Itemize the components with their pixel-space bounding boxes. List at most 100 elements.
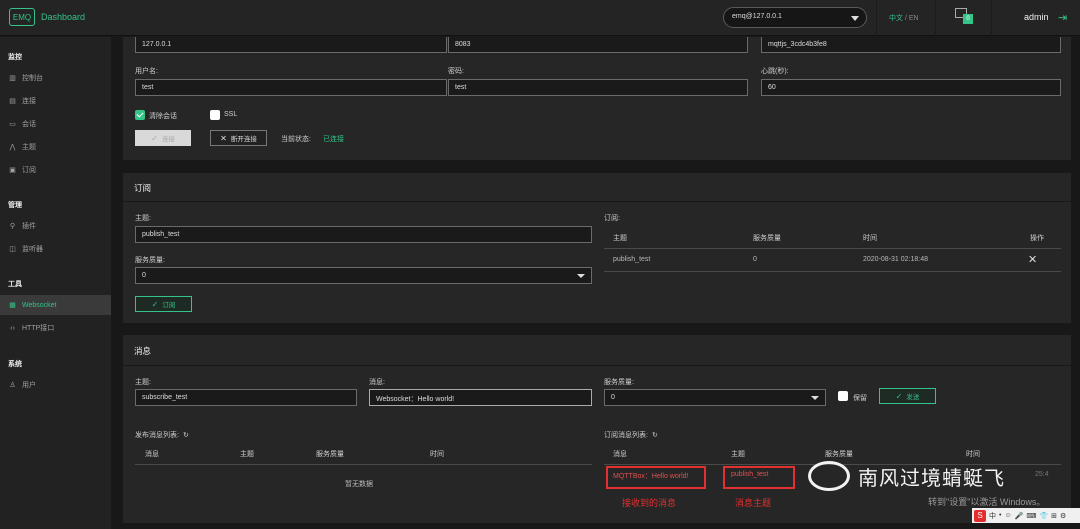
emoji-icon[interactable]: ☺ — [1004, 512, 1011, 519]
sub-topic-input[interactable]: publish_test — [135, 226, 592, 243]
ssl-checkbox[interactable] — [210, 110, 220, 120]
published-list-title: 发布消息列表: ↻ — [135, 430, 189, 440]
port-input[interactable]: 8083 — [448, 37, 748, 53]
logo[interactable]: EMQ Dashboard — [9, 8, 85, 26]
sidebar-item-websocket[interactable]: ▦ Websocket — [0, 295, 111, 315]
retain-checkbox[interactable] — [838, 391, 848, 401]
password-label: 密码: — [448, 68, 464, 75]
close-icon: ✕ — [220, 133, 227, 143]
toolbox-icon[interactable]: ⊞ — [1051, 512, 1057, 520]
chevron-down-icon — [851, 16, 859, 21]
table-divider — [604, 248, 1061, 249]
sub-row-topic: publish_test — [613, 256, 651, 263]
disconnect-button[interactable]: ✕ 断开连接 — [210, 130, 267, 146]
refresh-icon[interactable]: ↻ — [183, 432, 189, 439]
main-content: 127.0.0.1 8083 mqttjs_3cdc4b3fe8 用户名: 密码… — [111, 37, 1080, 529]
sogou-ime-icon[interactable]: S — [974, 509, 986, 522]
refresh-icon[interactable]: ↻ — [652, 432, 658, 439]
sidebar-item-listeners[interactable]: ◫ 监听器 — [0, 239, 111, 259]
sidebar-item-subscriptions[interactable]: ▣ 订阅 — [0, 160, 111, 180]
host-input[interactable]: 127.0.0.1 — [135, 37, 447, 53]
subscribe-card: 订阅 主题: publish_test 服务质量: 0 ✓ 订阅 订阅: 主题 服… — [123, 173, 1071, 323]
subscribe-icon: ▣ — [9, 167, 16, 174]
sub-row-qos: 0 — [753, 256, 757, 263]
node-select-value: emq@127.0.0.1 — [732, 13, 782, 20]
client-id-input[interactable]: mqttjs_3cdc4b3fe8 — [761, 37, 1061, 53]
keyboard-icon[interactable]: ⌨ — [1026, 512, 1036, 520]
watermark-text: 南风过境蜻蜓飞 — [858, 467, 1005, 490]
clean-session-checkbox[interactable] — [135, 110, 145, 120]
annotation-received-message: 接收到的消息 — [622, 498, 677, 508]
msg-qos-select[interactable]: 0 — [604, 389, 826, 406]
rcv-col-time: 时间 — [966, 451, 980, 458]
annotation-message-topic: 消息主题 — [735, 498, 772, 508]
microphone-icon[interactable]: 🎤 — [1015, 512, 1024, 520]
msg-topic-input[interactable]: subscribe_test — [135, 389, 357, 406]
settings-icon[interactable]: ⚙ — [1060, 512, 1066, 520]
sub-qos-select[interactable]: 0 — [135, 267, 592, 284]
username-input[interactable]: test — [135, 79, 447, 96]
listener-icon: ◫ — [9, 246, 16, 253]
subscribe-button-label: 订阅 — [162, 302, 176, 309]
sidebar-item-dashboard[interactable]: ▥ 控制台 — [0, 68, 111, 88]
ime-mode-icon[interactable]: 中 — [989, 511, 996, 521]
rcv-col-message: 消息 — [613, 451, 627, 458]
pub-col-message: 消息 — [145, 451, 159, 458]
language-switch[interactable]: 中文 / EN — [889, 13, 919, 23]
header-divider — [935, 0, 936, 36]
sidebar-group-tools: 工具 — [8, 281, 22, 288]
pub-col-time: 时间 — [430, 451, 444, 458]
connect-button[interactable]: ✓ 连接 — [135, 130, 191, 146]
sidebar-group-system: 系统 — [8, 361, 22, 368]
user-name[interactable]: admin — [1024, 12, 1049, 22]
rcv-col-topic: 主题 — [731, 451, 745, 458]
header-divider — [991, 0, 992, 36]
table-divider — [135, 464, 592, 465]
close-icon[interactable]: ✕ — [1028, 253, 1037, 266]
sidebar-item-topics[interactable]: ⋀ 主题 — [0, 137, 111, 157]
sidebar-item-sessions[interactable]: ▭ 会话 — [0, 114, 111, 134]
published-list-title-text: 发布消息列表: — [135, 432, 179, 439]
connect-button-label: 连接 — [161, 136, 175, 143]
skin-icon[interactable]: 👕 — [1039, 512, 1048, 520]
code-icon: ‹› — [10, 324, 15, 332]
punctuation-icon[interactable]: • — [999, 512, 1001, 519]
disconnect-button-label: 断开连接 — [230, 136, 257, 143]
card-divider — [123, 201, 1071, 202]
sidebar-item-http-api[interactable]: ‹› HTTP接口 — [0, 318, 111, 338]
msg-qos-value: 0 — [611, 394, 615, 401]
card-divider — [123, 365, 1071, 366]
sidebar-item-users[interactable]: ♙ 用户 — [0, 375, 111, 395]
keepalive-input[interactable]: 60 — [761, 79, 1061, 96]
sidebar-item-label: 插件 — [22, 223, 36, 230]
col-qos: 服务质量 — [753, 235, 781, 242]
system-tray: S 中 • ☺ 🎤 ⌨ 👕 ⊞ ⚙ — [972, 508, 1080, 523]
highlight-received-message — [606, 466, 706, 489]
sidebar-group-manage: 管理 — [8, 202, 22, 209]
col-action: 操作 — [1030, 235, 1044, 242]
highlight-message-topic — [723, 466, 795, 489]
subscribe-title: 订阅 — [134, 183, 152, 193]
msg-body-input[interactable]: Websocket：Hello world! — [369, 389, 592, 406]
wechat-watermark: 南风过境蜻蜓飞 — [808, 461, 1005, 491]
lang-en[interactable]: EN — [909, 15, 919, 22]
chevron-down-icon — [577, 274, 585, 278]
sidebar-item-label: 控制台 — [22, 75, 43, 82]
send-button[interactable]: ✓ 发送 — [879, 388, 936, 404]
keepalive-label: 心跳(秒): — [761, 68, 789, 75]
node-select[interactable]: emq@127.0.0.1 — [723, 7, 867, 28]
logout-icon[interactable]: ⇥ — [1058, 11, 1070, 24]
sub-topic-label: 主题: — [135, 215, 151, 222]
subscribe-button[interactable]: ✓ 订阅 — [135, 296, 192, 312]
lang-zh[interactable]: 中文 — [889, 15, 903, 22]
alarm-badge: 0 — [963, 14, 973, 24]
status-label: 当前状态: — [281, 136, 311, 143]
alarm-button[interactable]: 0 — [955, 8, 973, 24]
sidebar-item-connections[interactable]: ▤ 连接 — [0, 91, 111, 111]
topic-icon: ⋀ — [9, 144, 16, 151]
table-divider — [604, 271, 1061, 272]
sidebar: 监控 ▥ 控制台 ▤ 连接 ▭ 会话 ⋀ 主题 ▣ 订阅 管理 ⚲ 插件 ◫ 监听器 工具 ▦… — [0, 37, 111, 529]
sidebar-item-plugins[interactable]: ⚲ 插件 — [0, 216, 111, 236]
password-input[interactable]: test — [448, 79, 748, 96]
wechat-logo-icon — [808, 461, 850, 491]
